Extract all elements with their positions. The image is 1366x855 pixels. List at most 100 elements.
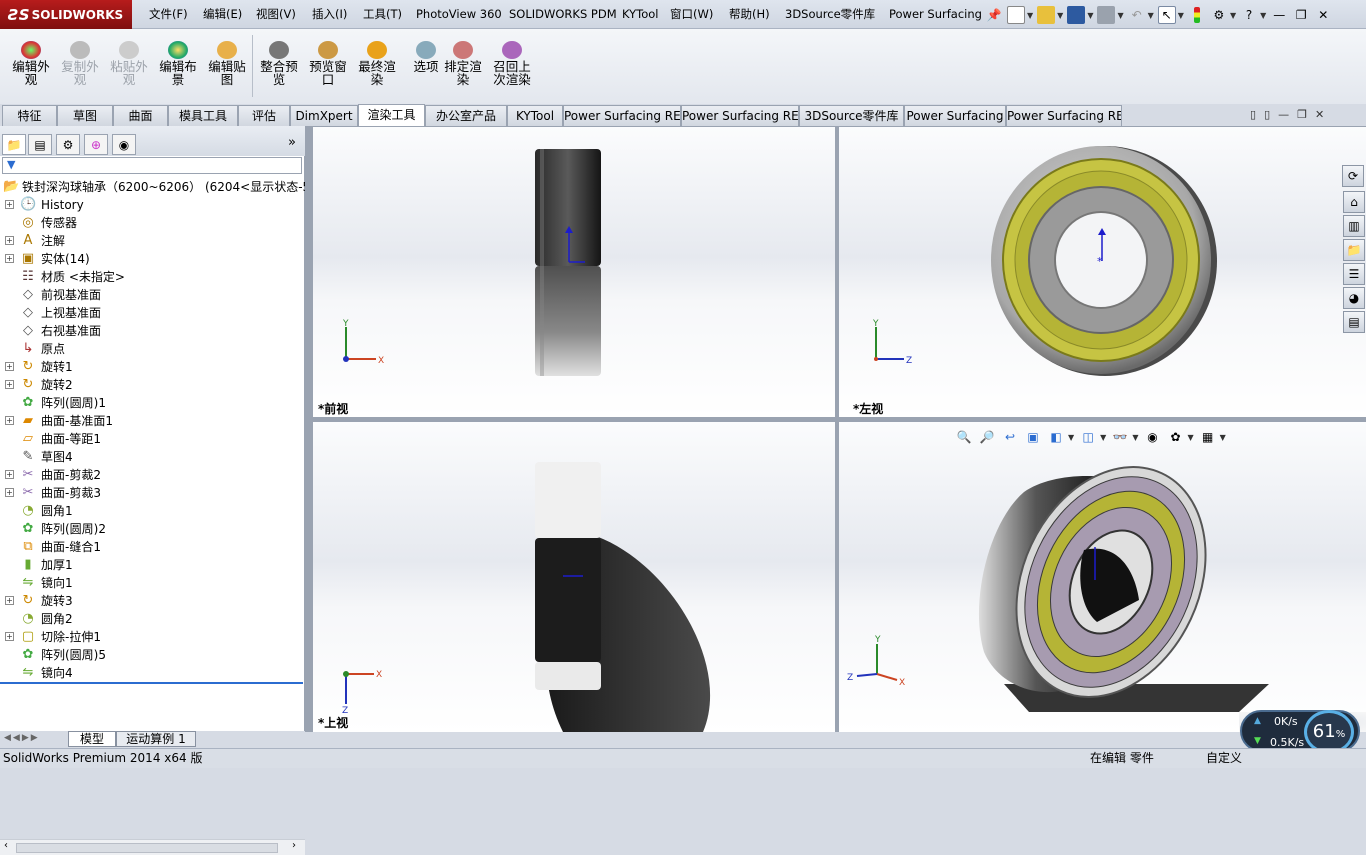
chevron-down-icon[interactable]: ▼ bbox=[1087, 11, 1093, 20]
expand-panel-icon[interactable]: » bbox=[288, 135, 296, 150]
tab-model[interactable]: 模型 bbox=[68, 731, 116, 747]
menu-item[interactable]: 视图(V) bbox=[256, 0, 296, 29]
tab-motion-study[interactable]: 运动算例 1 bbox=[116, 731, 196, 747]
menu-item[interactable]: 帮助(H) bbox=[729, 0, 770, 29]
chevron-down-icon[interactable]: ▼ bbox=[1220, 433, 1226, 442]
tree-item[interactable]: + ↻ 旋转1 bbox=[0, 358, 305, 376]
tree-item[interactable]: ◇ 右视基准面 bbox=[0, 322, 305, 340]
tree-item[interactable]: ✎ 草图4 bbox=[0, 448, 305, 466]
tree-item[interactable]: ◔ 圆角2 bbox=[0, 610, 305, 628]
chevron-down-icon[interactable]: ▼ bbox=[1187, 433, 1193, 442]
tree-item[interactable]: ▮ 加厚1 bbox=[0, 556, 305, 574]
tree-item[interactable]: + ▰ 曲面-基准面1 bbox=[0, 412, 305, 430]
viewport-left[interactable]: * Y Z *左视 ⟳ bbox=[839, 127, 1366, 417]
doc-close-icon[interactable]: ✕ bbox=[1315, 108, 1324, 121]
tree-item[interactable]: ✿ 阵列(圆周)2 bbox=[0, 520, 305, 538]
tab-8[interactable]: KYTool bbox=[507, 105, 563, 126]
section-view-icon[interactable]: ▣ bbox=[1024, 428, 1042, 446]
menu-item[interactable]: PhotoView 360 bbox=[416, 0, 502, 29]
tab-1[interactable]: 草图 bbox=[57, 105, 113, 126]
tree-item[interactable]: ◔ 圆角1 bbox=[0, 502, 305, 520]
edit-appearance-icon[interactable]: ◉ bbox=[1143, 428, 1161, 446]
cmd-button[interactable]: 预览窗口 bbox=[303, 35, 353, 101]
cmd-button[interactable]: 召回上次渲染 bbox=[487, 35, 537, 101]
doc-restore-icon[interactable]: ❐ bbox=[1297, 108, 1307, 121]
tree-item[interactable]: ▱ 曲面-等距1 bbox=[0, 430, 305, 448]
viewport-front[interactable]: Y X *前视 bbox=[313, 127, 835, 417]
menu-item[interactable]: KYTool bbox=[622, 0, 659, 29]
tree-item[interactable]: + ▢ 切除-拉伸1 bbox=[0, 628, 305, 646]
print-icon[interactable] bbox=[1097, 6, 1116, 24]
expand-icon[interactable]: + bbox=[5, 362, 14, 371]
scroll-thumb[interactable] bbox=[16, 843, 278, 853]
chevron-down-icon[interactable]: ▼ bbox=[1260, 11, 1266, 20]
view-settings-icon[interactable]: ▦ bbox=[1199, 428, 1217, 446]
filter-input[interactable]: ▼ bbox=[2, 157, 302, 174]
scroll-right-icon[interactable]: › bbox=[292, 840, 296, 851]
chevron-down-icon[interactable]: ▼ bbox=[1148, 11, 1154, 20]
tab-10[interactable]: Power Surfacing RE bbox=[681, 105, 799, 126]
file-explorer-icon[interactable]: 📁 bbox=[1343, 239, 1365, 261]
tab-11[interactable]: 3DSource零件库 bbox=[799, 105, 904, 126]
tree-item[interactable]: ◇ 前视基准面 bbox=[0, 286, 305, 304]
menu-item[interactable]: 文件(F) bbox=[149, 0, 188, 29]
expand-icon[interactable]: + bbox=[5, 380, 14, 389]
dimxpert-tab-icon[interactable]: ⊕ bbox=[84, 134, 108, 155]
tree-item[interactable]: ☷ 材质 <未指定> bbox=[0, 268, 305, 286]
menu-item[interactable]: 工具(T) bbox=[363, 0, 402, 29]
tree-item[interactable]: + 🕒 History bbox=[0, 196, 305, 214]
chevron-down-icon[interactable]: ▼ bbox=[1027, 11, 1033, 20]
tree-item[interactable]: ↳ 原点 bbox=[0, 340, 305, 358]
tab-12[interactable]: Power Surfacing bbox=[904, 105, 1006, 126]
menu-item[interactable]: Power Surfacing bbox=[889, 0, 982, 29]
cmd-button[interactable]: 编辑外观 bbox=[6, 35, 56, 101]
chevron-down-icon[interactable]: ▼ bbox=[1178, 11, 1184, 20]
tree-item[interactable]: ⧉ 曲面-缝合1 bbox=[0, 538, 305, 556]
expand-icon[interactable]: + bbox=[5, 488, 14, 497]
doc-minimize-icon[interactable]: — bbox=[1278, 108, 1289, 121]
save-icon[interactable] bbox=[1067, 6, 1086, 24]
cmd-button[interactable]: 编辑贴图 bbox=[202, 35, 252, 101]
tab-0[interactable]: 特征 bbox=[2, 105, 57, 126]
design-library-icon[interactable]: ▥ bbox=[1343, 215, 1365, 237]
tree-item[interactable]: + A 注解 bbox=[0, 232, 305, 250]
tree-item[interactable]: + ✂ 曲面-剪裁2 bbox=[0, 466, 305, 484]
restore-icon[interactable]: ❐ bbox=[1292, 6, 1310, 24]
display-manager-tab-icon[interactable]: ◉ bbox=[112, 134, 136, 155]
cmd-button[interactable]: 编辑布景 bbox=[153, 35, 203, 101]
zoom-to-area-icon[interactable]: 🔎 bbox=[978, 428, 996, 446]
new-document-icon[interactable] bbox=[1007, 6, 1025, 24]
chevron-down-icon[interactable]: ▼ bbox=[1117, 11, 1123, 20]
minimize-icon[interactable]: — bbox=[1270, 6, 1288, 24]
tab-nav-arrows-icon[interactable]: ◀◀▶▶ bbox=[4, 733, 40, 743]
cmd-button[interactable]: 最终渲染 bbox=[352, 35, 402, 101]
appearances-icon[interactable]: ◕ bbox=[1343, 287, 1365, 309]
menu-item[interactable]: 编辑(E) bbox=[203, 0, 242, 29]
open-folder-icon[interactable] bbox=[1037, 6, 1056, 24]
tree-item[interactable]: + ▣ 实体(14) bbox=[0, 250, 305, 268]
menu-item[interactable]: 3DSource零件库 bbox=[785, 0, 875, 29]
menu-item[interactable]: SOLIDWORKS PDM bbox=[509, 0, 617, 29]
custom-properties-icon[interactable]: ▤ bbox=[1343, 311, 1365, 333]
property-manager-tab-icon[interactable]: ▤ bbox=[28, 134, 52, 155]
zoom-to-fit-icon[interactable]: 🔍 bbox=[955, 428, 973, 446]
horizontal-scrollbar[interactable]: ‹ › bbox=[0, 839, 305, 855]
undo-icon[interactable]: ↶ bbox=[1128, 6, 1146, 24]
tree-item[interactable]: + ✂ 曲面-剪裁3 bbox=[0, 484, 305, 502]
expand-icon[interactable]: + bbox=[5, 200, 14, 209]
status-units[interactable]: 自定义 bbox=[1206, 749, 1242, 768]
configuration-manager-tab-icon[interactable]: ⚙ bbox=[56, 134, 80, 155]
tree-item[interactable]: ⇋ 镜向4 bbox=[0, 664, 305, 682]
cmd-button[interactable]: 粘贴外观 bbox=[104, 35, 154, 101]
network-speed-widget[interactable]: ▲ 0K/s ▼ 0.5K/s 61% bbox=[1240, 710, 1360, 754]
tab-4[interactable]: 评估 bbox=[238, 105, 290, 126]
tree-item[interactable]: ⇋ 镜向1 bbox=[0, 574, 305, 592]
view-palette-icon[interactable]: ⟳ bbox=[1342, 165, 1364, 187]
tab-9[interactable]: Power Surfacing RE bbox=[563, 105, 681, 126]
tree-item[interactable]: + ↻ 旋转2 bbox=[0, 376, 305, 394]
cmd-button[interactable]: 复制外观 bbox=[55, 35, 105, 101]
tab-3[interactable]: 模具工具 bbox=[168, 105, 238, 126]
cmd-button[interactable]: 排定渲染 bbox=[438, 35, 488, 101]
tree-item[interactable]: ◎ 传感器 bbox=[0, 214, 305, 232]
chevron-down-icon[interactable]: ▼ bbox=[1132, 433, 1138, 442]
